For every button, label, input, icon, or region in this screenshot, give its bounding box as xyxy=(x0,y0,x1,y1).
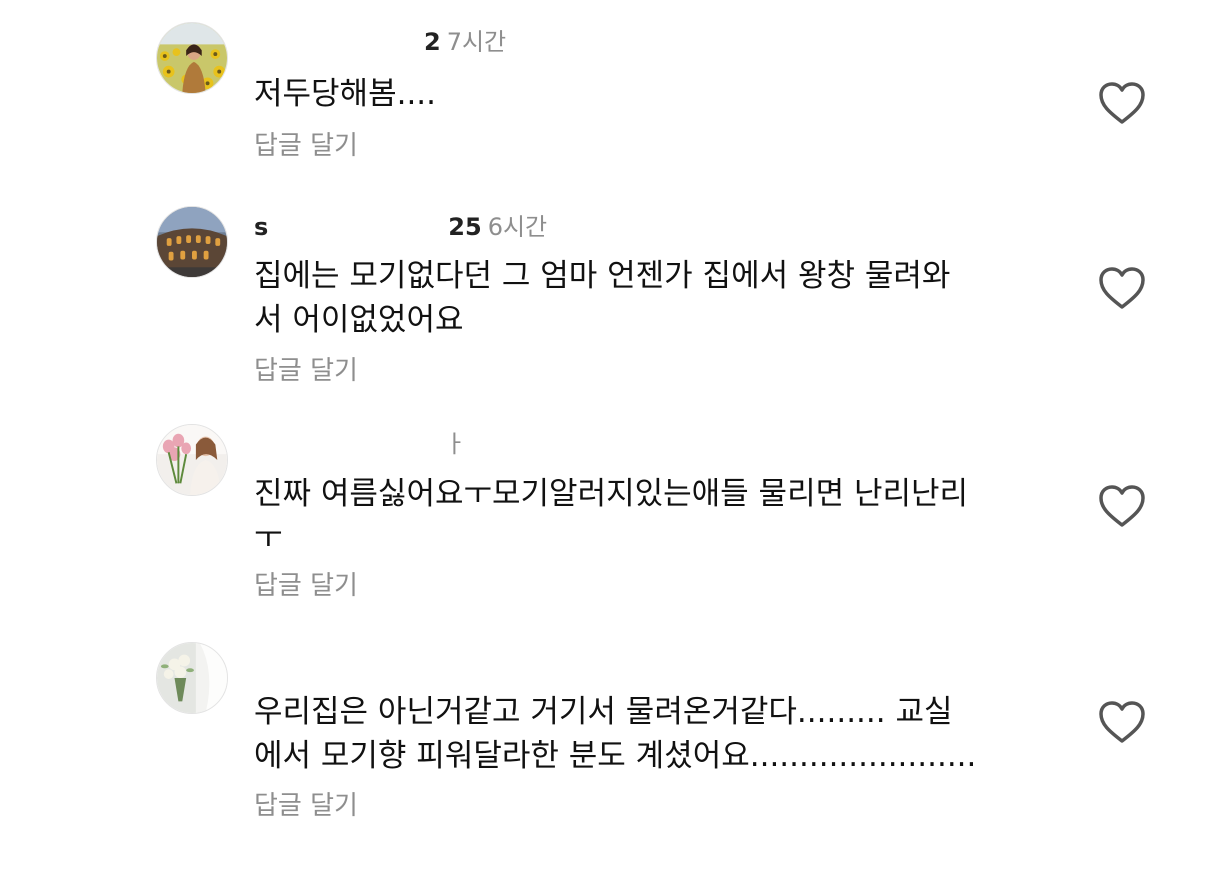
comment-line: 서 어이없었어요 xyxy=(254,302,464,338)
comment-meta: ㅏ xyxy=(254,429,472,459)
username[interactable]: s xyxy=(254,213,268,241)
avatar[interactable] xyxy=(156,206,228,278)
heart-outline-icon xyxy=(1099,701,1145,743)
comment-text: 저두당해봄.... xyxy=(254,72,1054,116)
comment-text: 진짜 여름싫어요ㅜ모기알러지있는애들 물리면 난리난리 ㅜ xyxy=(254,472,1054,548)
comment-meta: s 25 6시간 xyxy=(254,212,547,242)
avatar-image-colosseum xyxy=(157,207,227,277)
comment-line: 진짜 여름싫어요ㅜ모기알러지있는애들 물리면 난리난리 xyxy=(254,476,969,512)
reply-button[interactable]: 답글 달기 xyxy=(254,131,358,161)
comment-line: 에서 모기향 피워달라한 분도 계셨어요....................… xyxy=(254,738,977,774)
avatar-image-bouquet xyxy=(157,643,227,713)
comment-text: 우리집은 아닌거같고 거기서 물려온거같다......... 교실 에서 모기향… xyxy=(254,690,1054,778)
avatar-image-flowers xyxy=(157,425,227,495)
timestamp: 6시간 xyxy=(487,213,548,241)
avatar-image-sunflower xyxy=(157,23,227,93)
heart-outline-icon xyxy=(1099,485,1145,527)
username-tail[interactable]: 25 xyxy=(448,213,481,241)
comment-text: 집에는 모기없다던 그 엄마 언젠가 집에서 왕창 물려와 서 어이없었어요 xyxy=(254,254,1054,342)
timestamp: 7시간 xyxy=(446,28,507,56)
avatar[interactable] xyxy=(156,22,228,94)
reply-button[interactable]: 답글 달기 xyxy=(254,356,358,386)
username[interactable]: 2 xyxy=(424,28,441,56)
avatar[interactable] xyxy=(156,642,228,714)
heart-outline-icon xyxy=(1099,82,1145,124)
reply-button[interactable]: 답글 달기 xyxy=(254,571,358,601)
heart-outline-icon xyxy=(1099,267,1145,309)
comment-line: ㅜ xyxy=(254,520,283,548)
username[interactable]: ㅏ xyxy=(444,430,466,458)
reply-button[interactable]: 답글 달기 xyxy=(254,791,358,821)
avatar[interactable] xyxy=(156,424,228,496)
like-button[interactable] xyxy=(1097,265,1147,311)
like-button[interactable] xyxy=(1097,483,1147,529)
comment-line: 집에는 모기없다던 그 엄마 언젠가 집에서 왕창 물려와 xyxy=(254,258,951,294)
comment-meta: 2 7시간 xyxy=(254,27,506,57)
comment-line: 우리집은 아닌거같고 거기서 물려온거같다......... 교실 xyxy=(254,694,953,730)
like-button[interactable] xyxy=(1097,699,1147,745)
comment-line: 저두당해봄.... xyxy=(254,76,437,112)
like-button[interactable] xyxy=(1097,80,1147,126)
